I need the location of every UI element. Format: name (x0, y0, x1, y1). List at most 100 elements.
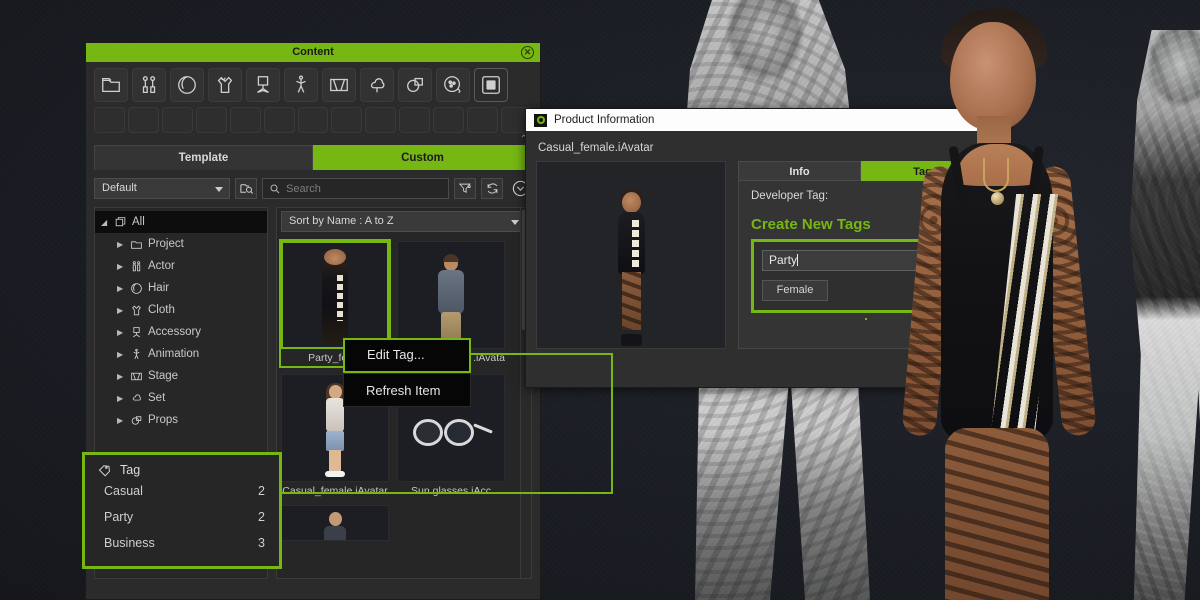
tag-count: 3 (258, 531, 265, 555)
tree-item-hair[interactable]: ▶ Hair (95, 277, 267, 299)
tree-item-set[interactable]: ▶ Set (95, 387, 267, 409)
context-menu: Edit Tag... Refresh Item (343, 338, 471, 407)
search-icon (269, 183, 281, 195)
preview-avatar-figure (605, 192, 657, 342)
tab-template[interactable]: Template (94, 145, 313, 170)
toolbar-slot[interactable] (94, 107, 125, 133)
expand-arrow-icon[interactable]: ◢ (101, 218, 109, 227)
tag-summary-panel: Tag Casual 2 Party 2 Business 3 (82, 452, 282, 569)
tag-count: 2 (258, 505, 265, 529)
content-tabs: Template Custom (94, 145, 532, 170)
toolbar-slot[interactable] (196, 107, 227, 133)
preset-dropdown[interactable]: Default (94, 178, 230, 199)
tree-label: Hair (148, 282, 169, 294)
tree-label: Accessory (148, 326, 201, 338)
collapse-arrow-icon[interactable]: ▶ (117, 416, 125, 425)
sort-dropdown-value: Sort by Name : A to Z (289, 215, 394, 227)
set-icon (130, 392, 143, 405)
tag-count: 2 (258, 479, 265, 503)
tree-item-all[interactable]: ◢ All (95, 211, 267, 233)
accessory-icon (130, 326, 143, 339)
thumbnail-figure (413, 419, 489, 447)
hair-icon[interactable] (170, 68, 204, 102)
actor-icon[interactable] (132, 68, 166, 102)
tree-label: Actor (148, 260, 175, 272)
set-icon[interactable] (360, 68, 394, 102)
toolbar-slot[interactable] (365, 107, 396, 133)
cloth-icon[interactable] (208, 68, 242, 102)
collapse-arrow-icon[interactable]: ▶ (117, 262, 125, 271)
tag-row-business[interactable]: Business 3 (85, 529, 279, 555)
connector-line-dialog-link (865, 318, 867, 320)
collapse-arrow-icon[interactable]: ▶ (117, 372, 125, 381)
context-menu-item-refresh-item[interactable]: Refresh Item (343, 373, 471, 407)
existing-tag-chip[interactable]: Female (762, 280, 828, 301)
product-preview-image (536, 161, 726, 349)
tree-item-project[interactable]: ▶ Project (95, 233, 267, 255)
refresh-icon[interactable] (481, 178, 503, 199)
collapse-arrow-icon[interactable]: ▶ (117, 394, 125, 403)
accessory-icon[interactable] (246, 68, 280, 102)
grid-item-caption: Sun glasses.iAcc (397, 485, 505, 497)
tree-item-animation[interactable]: ▶ Animation (95, 343, 267, 365)
media-icon[interactable] (436, 68, 470, 102)
tag-icon (97, 462, 112, 477)
tree-item-stage[interactable]: ▶ Stage (95, 365, 267, 387)
folder-icon[interactable] (94, 68, 128, 102)
product-information-title: Product Information (554, 114, 654, 126)
chevron-down-icon (215, 187, 223, 192)
toolbar-slot[interactable] (162, 107, 193, 133)
tree-item-props[interactable]: ▶ Props (95, 409, 267, 431)
filter-icon[interactable] (454, 178, 476, 199)
toolbar-slot[interactable] (128, 107, 159, 133)
toolbar-slot[interactable] (399, 107, 430, 133)
tag-row-party[interactable]: Party 2 (85, 503, 279, 529)
tree-label: Project (148, 238, 184, 250)
text-cursor (797, 254, 798, 266)
preset-dropdown-value: Default (102, 182, 137, 194)
content-panel-titlebar: Content ✕ (86, 43, 540, 62)
collapse-arrow-icon[interactable]: ▶ (117, 240, 125, 249)
toolbar-slot[interactable] (298, 107, 329, 133)
grid-item[interactable] (281, 505, 389, 541)
toolbar-slot[interactable] (264, 107, 295, 133)
tree-item-cloth[interactable]: ▶ Cloth (95, 299, 267, 321)
tag-panel-header: Tag (85, 455, 279, 477)
avatar-head (950, 22, 1036, 130)
tag-row-casual[interactable]: Casual 2 (85, 477, 279, 503)
tree-label: All (132, 216, 145, 228)
cloth-icon (130, 304, 143, 317)
tree-item-accessory[interactable]: ▶ Accessory (95, 321, 267, 343)
avatar-pendant (991, 192, 1004, 205)
actor-icon (130, 260, 143, 273)
toolbar-slot[interactable] (467, 107, 498, 133)
tree-item-actor[interactable]: ▶ Actor (95, 255, 267, 277)
tab-custom[interactable]: Custom (313, 145, 532, 170)
tree-label: Props (148, 414, 178, 426)
collapse-arrow-icon[interactable]: ▶ (117, 284, 125, 293)
tab-info[interactable]: Info (738, 161, 861, 181)
sort-dropdown[interactable]: Sort by Name : A to Z (281, 211, 527, 232)
animation-icon (130, 348, 143, 361)
folder-search-icon[interactable] (235, 178, 257, 199)
thumbnail-figure (322, 261, 348, 343)
content-panel-title: Content (292, 46, 334, 58)
toolbar-slot[interactable] (331, 107, 362, 133)
thumbnail-figure (322, 510, 348, 540)
close-circle-icon[interactable]: ✕ (521, 46, 534, 59)
toolbar-slot[interactable] (230, 107, 261, 133)
tree-label: Set (148, 392, 165, 404)
collapse-arrow-icon[interactable]: ▶ (117, 350, 125, 359)
collapse-arrow-icon[interactable]: ▶ (117, 328, 125, 337)
collapse-arrow-icon[interactable]: ▶ (117, 306, 125, 315)
search-placeholder: Search (286, 183, 321, 195)
toolbar-slot[interactable] (433, 107, 464, 133)
context-menu-item-edit-tag[interactable]: Edit Tag... (343, 338, 471, 373)
stage-icon[interactable] (322, 68, 356, 102)
props-icon[interactable] (398, 68, 432, 102)
particle-icon[interactable] (474, 68, 508, 102)
animation-icon[interactable] (284, 68, 318, 102)
tree-label: Stage (148, 370, 178, 382)
search-input[interactable]: Search (262, 178, 449, 199)
collapse-chevron-icon[interactable]: ⌃ (94, 134, 528, 145)
